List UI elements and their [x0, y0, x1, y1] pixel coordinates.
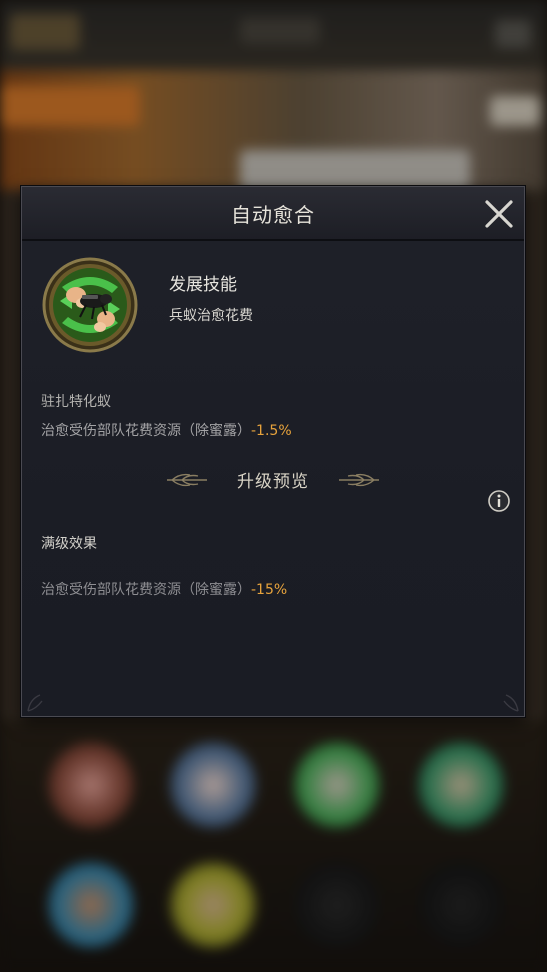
max-level-effect: 治愈受伤部队花费资源（除蜜露）-15% [41, 579, 287, 599]
upgrade-preview-divider: 升级预览 [22, 465, 524, 495]
skill-name: 发展技能 [169, 275, 237, 295]
max-level-effect-value: -15% [251, 582, 288, 598]
dialog-header: 自动愈合 [22, 187, 524, 241]
close-icon [485, 200, 513, 228]
current-effect-value: -1.5% [251, 423, 292, 439]
corner-ornament-icon [27, 694, 43, 712]
skill-subtitle: 兵蚁治愈花费 [169, 308, 253, 324]
close-button[interactable] [482, 197, 516, 231]
corner-ornament-icon [503, 694, 519, 712]
current-effect-text: 治愈受伤部队花费资源（除蜜露） [41, 423, 251, 439]
max-level-effect-text: 治愈受伤部队花费资源（除蜜露） [41, 582, 251, 598]
upgrade-preview-title: 升级预览 [237, 472, 309, 492]
skill-ant-heal-icon [42, 257, 138, 353]
skill-detail-dialog: 自动愈合 发展技能 兵蚁治愈花费 驻扎特化蚁 治愈受伤部队花费资源（除蜜露）-1… [21, 186, 525, 717]
dialog-title: 自动愈合 [231, 203, 315, 227]
max-level-label: 满级效果 [41, 536, 97, 552]
current-level-label: 驻扎特化蚁 [41, 394, 111, 410]
info-icon[interactable] [487, 489, 511, 513]
current-effect: 治愈受伤部队花费资源（除蜜露）-1.5% [41, 420, 292, 440]
